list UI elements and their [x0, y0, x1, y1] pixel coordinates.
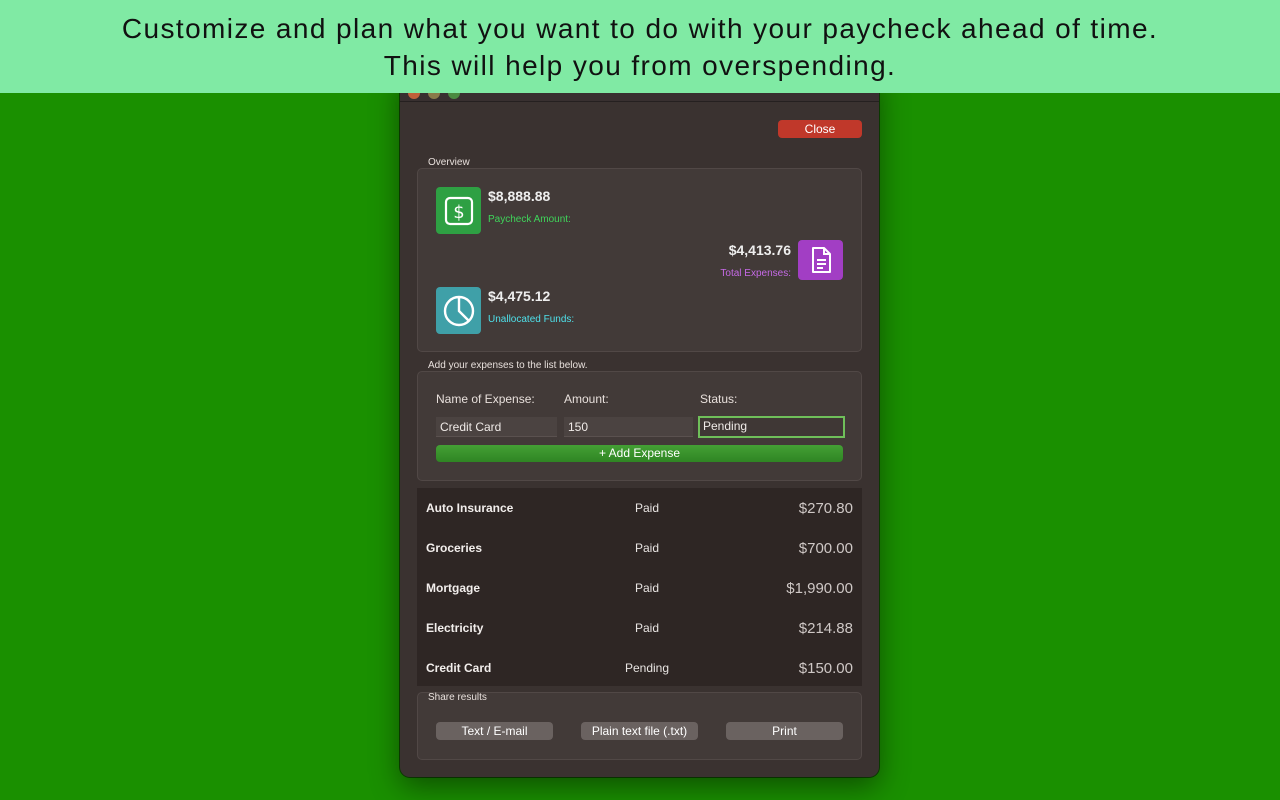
expense-name: Auto Insurance — [426, 501, 514, 515]
expense-name: Electricity — [426, 621, 484, 635]
unallocated-caption: Unallocated Funds: — [488, 314, 575, 325]
share-panel: Share results Text / E-mail Plain text f… — [417, 692, 862, 760]
add-expense-label: Add your expenses to the list below. — [428, 360, 588, 371]
paycheck-caption: Paycheck Amount: — [488, 214, 571, 225]
add-expense-button-label: Add Expense — [608, 446, 681, 460]
banner-line-1: Customize and plan what you want to do w… — [121, 12, 1159, 44]
overview-panel: $ $8,888.88 Paycheck Amount: $4,413.76 T… — [417, 168, 862, 352]
expense-status-label: Status: — [700, 392, 738, 406]
plain-text-file-button[interactable]: Plain text file (.txt) — [581, 722, 698, 740]
expense-name: Mortgage — [426, 581, 480, 595]
expense-amount: $1,990.00 — [786, 580, 853, 597]
plus-icon: + — [598, 446, 606, 460]
list-item[interactable]: Credit Card Pending $150.00 — [417, 648, 862, 688]
pie-chart-icon — [443, 295, 474, 326]
list-item[interactable]: Groceries Paid $700.00 — [417, 528, 862, 568]
expense-amount: $700.00 — [798, 540, 853, 557]
dollar-icon: $ — [444, 196, 473, 225]
expense-status: Paid — [634, 541, 660, 555]
svg-text:$: $ — [453, 202, 464, 223]
expenses-caption: Total Expenses: — [720, 268, 791, 279]
paycheck-tile: $ — [436, 187, 481, 234]
promo-banner: Customize and plan what you want to do w… — [0, 0, 1280, 93]
unallocated-amount: $4,475.12 — [488, 288, 551, 304]
expenses-tile — [798, 240, 843, 280]
list-item[interactable]: Mortgage Paid $1,990.00 — [417, 568, 862, 608]
expense-status: Paid — [634, 581, 660, 595]
expense-status: Paid — [634, 621, 660, 635]
overview-label: Overview — [428, 157, 470, 168]
expense-name: Credit Card — [426, 661, 492, 675]
text-email-button[interactable]: Text / E-mail — [436, 722, 553, 740]
expense-amount: $150.00 — [798, 660, 853, 677]
share-label: Share results — [428, 692, 487, 703]
print-button[interactable]: Print — [726, 722, 843, 740]
document-icon — [811, 247, 831, 273]
expense-amount: $270.80 — [798, 500, 853, 517]
expense-name: Groceries — [426, 541, 483, 555]
list-item[interactable]: Electricity Paid $214.88 — [417, 608, 862, 648]
close-button[interactable]: Close — [778, 120, 862, 138]
expenses-amount: $4,413.76 — [728, 242, 791, 258]
expense-name-label: Name of Expense: — [436, 392, 535, 406]
expense-status-field[interactable]: Pending — [698, 416, 845, 438]
banner-line-2: This will help you from overspending. — [383, 49, 897, 81]
app-window: Close Overview $ $8,888.88 Paycheck Amou… — [400, 70, 879, 777]
expense-list[interactable]: Auto Insurance Paid $270.80 Groceries Pa… — [417, 488, 862, 686]
paycheck-amount: $8,888.88 — [488, 188, 551, 204]
expense-amount: $214.88 — [798, 620, 853, 637]
list-item[interactable]: Auto Insurance Paid $270.80 — [417, 488, 862, 528]
unallocated-tile — [436, 287, 481, 334]
expense-name-field[interactable]: Credit Card — [436, 417, 557, 437]
expense-amount-field[interactable]: 150 — [564, 417, 693, 437]
add-expense-button[interactable]: + Add Expense — [436, 445, 843, 462]
expense-status: Paid — [634, 501, 660, 515]
expense-status: Pending — [624, 661, 670, 675]
expense-amount-label: Amount: — [564, 392, 609, 406]
add-expense-panel: Name of Expense: Amount: Status: Credit … — [417, 371, 862, 481]
